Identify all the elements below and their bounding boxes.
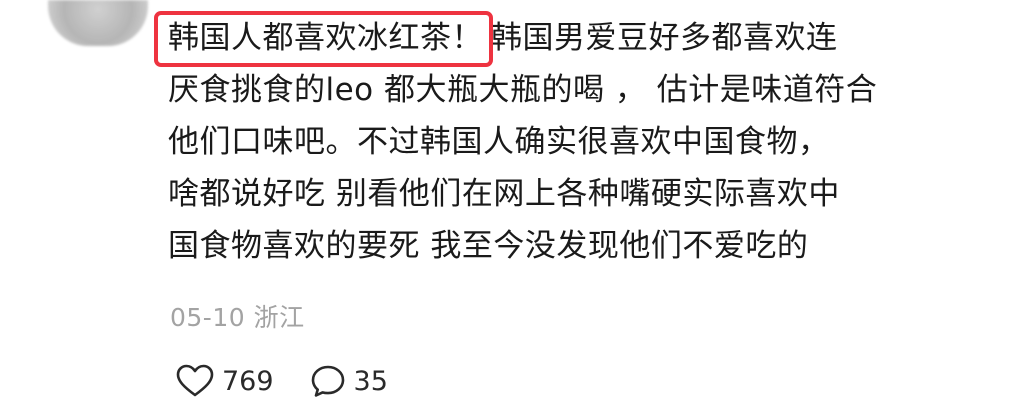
- comment-line-4: 啥都说好吃 别看他们在网上各种嘴硬实际喜欢中: [168, 176, 840, 212]
- reply-button[interactable]: 35: [310, 364, 388, 398]
- comment-line-5: 国食物喜欢的要死 我至今没发现他们不爱吃的: [168, 228, 809, 264]
- comment-actions: 769 35: [176, 364, 424, 398]
- comment-item: 韩国人都喜欢冰红茶！ 韩国男爱豆好多都喜欢连 厌食挑食的leo 都大瓶大瓶的喝 ，…: [0, 0, 1024, 419]
- comment-date: 05-10: [170, 303, 246, 332]
- like-button[interactable]: 769: [176, 364, 274, 398]
- comment-bubble-icon: [311, 365, 344, 397]
- avatar[interactable]: [48, 0, 148, 46]
- like-count: 769: [222, 365, 274, 397]
- highlighted-text: 韩国人都喜欢冰红茶！: [154, 11, 493, 67]
- comment-line-3: 他们口味吧。不过韩国人确实很喜欢中国食物，: [168, 124, 830, 160]
- comment-line-1: 韩国人都喜欢冰红茶！ 韩国男爱豆好多都喜欢连: [154, 11, 988, 67]
- reply-count: 35: [353, 365, 388, 397]
- comment-meta: 05-10 浙江: [170, 298, 305, 334]
- comment-text: 韩国人都喜欢冰红茶！ 韩国男爱豆好多都喜欢连 厌食挑食的leo 都大瓶大瓶的喝 ，…: [154, 11, 988, 272]
- comment-line-2: 厌食挑食的leo 都大瓶大瓶的喝 ， 估计是味道符合: [168, 72, 878, 108]
- comment-line-1-rest: 韩国男爱豆好多都喜欢连: [491, 20, 838, 56]
- heart-icon: [176, 364, 214, 397]
- comment-location: 浙江: [253, 303, 305, 332]
